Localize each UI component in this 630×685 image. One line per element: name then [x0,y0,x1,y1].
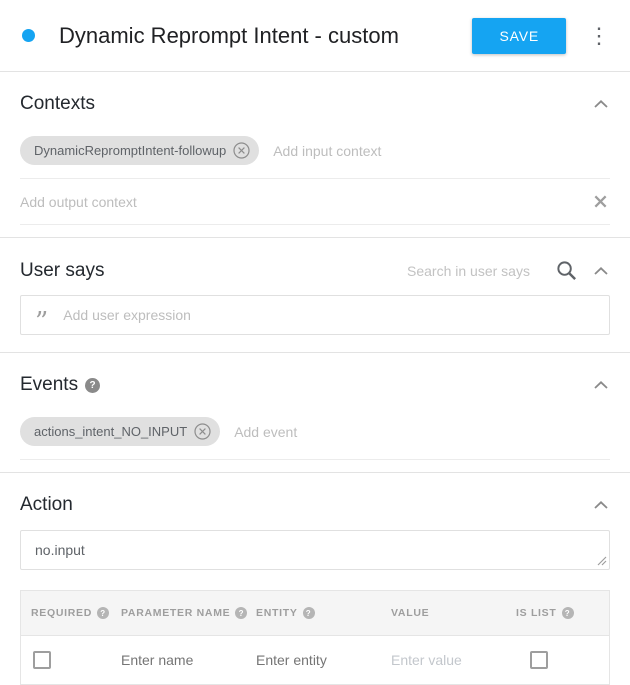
add-output-context-field[interactable] [20,194,577,210]
events-collapse-chevron-icon[interactable] [592,377,610,393]
parameter-name-field[interactable] [121,652,246,668]
resize-handle-icon[interactable] [597,556,607,566]
search-user-says-input[interactable] [407,263,549,279]
save-button[interactable]: SAVE [472,18,566,54]
action-input-wrap: no.input [20,530,610,570]
entity-help-icon: ? [303,607,315,619]
required-checkbox[interactable] [33,651,51,669]
user-says-title: User says [20,260,104,282]
input-context-chip-label: DynamicRepromptIntent-followup [34,143,226,158]
is-list-help-icon: ? [562,607,574,619]
parameter-row [21,636,609,684]
required-help-icon: ? [97,607,109,619]
input-context-chip: DynamicRepromptIntent-followup [20,136,259,165]
kebab-menu-icon[interactable]: ⋮ [584,23,614,49]
contexts-collapse-chevron-icon[interactable] [592,96,610,112]
events-title: Events [20,374,78,396]
parameter-value-field[interactable] [391,652,506,668]
add-input-context-field[interactable] [273,143,610,159]
is-list-checkbox[interactable] [530,651,548,669]
user-says-search [407,259,578,282]
action-collapse-chevron-icon[interactable] [592,497,610,513]
page-title: Dynamic Reprompt Intent - custom [59,23,472,49]
user-expression-box: ” [20,295,610,335]
input-contexts-row: DynamicRepromptIntent-followup [20,123,610,179]
add-event-field[interactable] [234,424,610,440]
column-header-value: VALUE [381,591,506,635]
column-header-entity: ENTITY ? [246,591,381,635]
contexts-title: Contexts [20,93,95,115]
action-input[interactable]: no.input [20,530,610,570]
action-title: Action [20,494,73,516]
events-help-icon: ? [85,378,100,393]
event-chip-label: actions_intent_NO_INPUT [34,424,187,439]
column-header-parameter-name: PARAMETER NAME ? [111,591,246,635]
column-header-required: REQUIRED ? [21,591,111,635]
action-section: Action no.input [0,473,630,570]
user-says-section: User says ” [0,238,630,352]
remove-event-icon[interactable] [194,423,211,440]
column-header-is-list: IS LIST ? [506,591,609,635]
header: Dynamic Reprompt Intent - custom SAVE ⋮ [0,0,630,71]
add-user-expression-field[interactable] [63,307,595,323]
events-section: Events ? actions_intent_NO_INPUT [0,353,630,472]
user-says-collapse-chevron-icon[interactable] [592,263,610,279]
events-row: actions_intent_NO_INPUT [20,404,610,460]
output-contexts-row [20,179,610,225]
intent-status-dot [22,29,35,42]
clear-output-context-icon[interactable] [591,192,610,211]
parameters-table-header: REQUIRED ? PARAMETER NAME ? ENTITY ? VAL… [21,591,609,636]
remove-input-context-icon[interactable] [233,142,250,159]
search-icon [555,259,578,282]
parameter-entity-field[interactable] [256,652,381,668]
event-chip: actions_intent_NO_INPUT [20,417,220,446]
contexts-section: Contexts DynamicRepromptIntent-followup [0,72,630,237]
